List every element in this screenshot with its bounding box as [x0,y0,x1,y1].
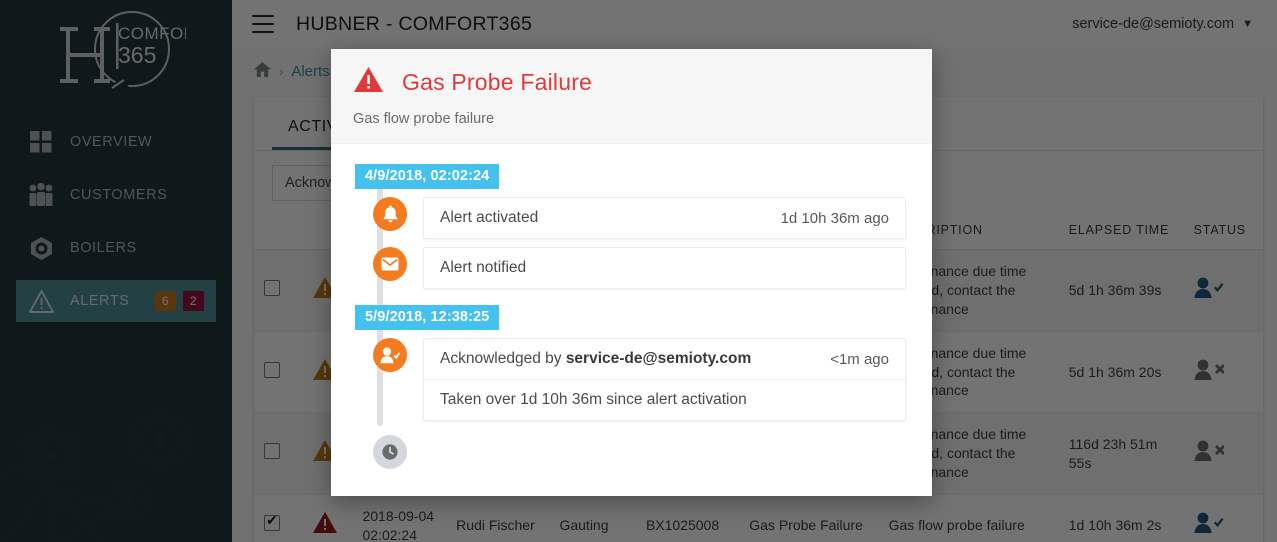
alert-detail-modal: Gas Probe Failure Gas flow probe failure… [331,49,932,496]
timeline-timestamp: 4/9/2018, 02:02:24 [355,164,500,189]
timeline-line: Alert notified [424,248,905,288]
timeline-text: Alert activated [440,209,539,226]
timeline-text: Alert notified [440,259,527,276]
timeline-event [341,435,906,469]
timeline-line: Acknowledged by service-de@semioty.com <… [424,339,905,379]
timeline-event: Alert notified [341,247,906,289]
alert-timeline: 4/9/2018, 02:02:24 Alert activated 1d 10… [331,144,932,469]
alert-triangle-icon [353,66,384,99]
timeline-text: Acknowledged by [440,350,566,367]
envelope-icon [373,247,407,281]
modal-header: Gas Probe Failure Gas flow probe failure [331,49,932,144]
app-root: COMFORT 365 OVERVIEW CU [0,0,1277,542]
modal-title-row: Gas Probe Failure [353,66,910,99]
timeline-line: Alert activated 1d 10h 36m ago [424,198,905,238]
timeline-line: Taken over 1d 10h 36m since alert activa… [424,379,905,420]
timeline-ago: 1d 10h 36m ago [780,209,889,227]
timeline-text: Taken over 1d 10h 36m since alert activa… [440,391,747,408]
timeline-card: Acknowledged by service-de@semioty.com <… [423,338,906,421]
timeline-ago: <1m ago [830,350,889,368]
user-check-icon [373,338,407,372]
timeline-event: Acknowledged by service-de@semioty.com <… [341,338,906,421]
timeline-event: Alert activated 1d 10h 36m ago [341,197,906,239]
timeline-spacer [341,289,906,305]
timeline-timestamp: 5/9/2018, 12:38:25 [355,305,500,330]
timeline-actor: service-de@semioty.com [565,350,752,367]
timeline-text-row: Acknowledged by service-de@semioty.com [440,350,830,368]
clock-icon [373,435,407,469]
timeline-card: Alert notified [423,247,906,289]
modal-title: Gas Probe Failure [402,69,593,95]
modal-subtitle: Gas flow probe failure [353,111,495,127]
timeline-card: Alert activated 1d 10h 36m ago [423,197,906,239]
bell-icon [373,197,407,231]
